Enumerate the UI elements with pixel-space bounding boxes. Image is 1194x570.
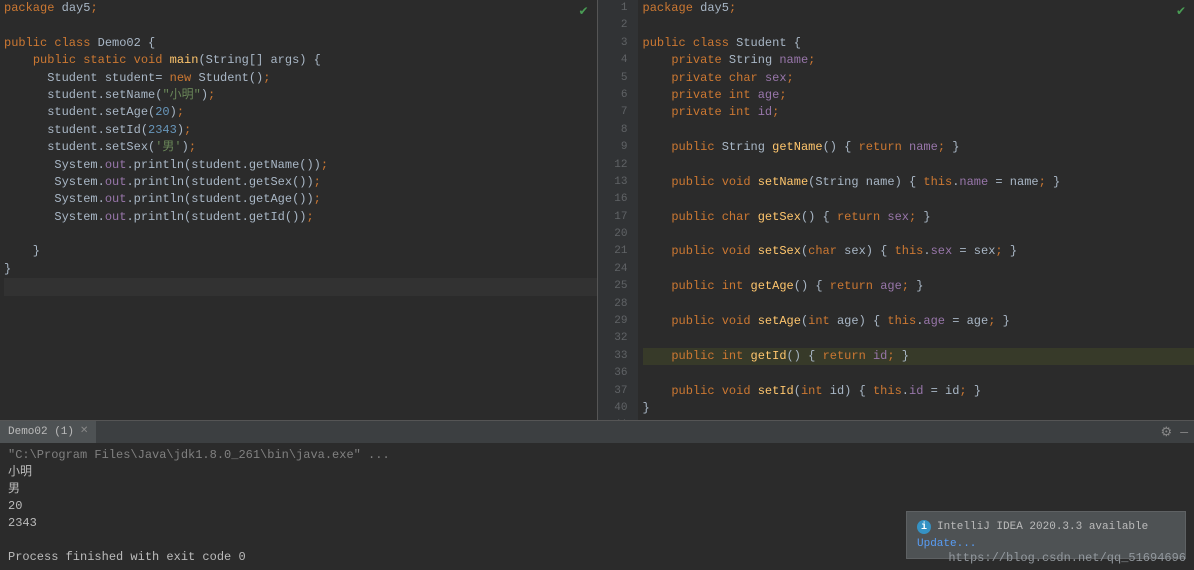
line-number: 8 — [598, 122, 628, 139]
line-number: 20 — [598, 226, 628, 243]
code-line[interactable]: student.setAge(20); — [4, 104, 597, 121]
line-number: 17 — [598, 209, 628, 226]
run-tool-icons: ⚙ — — [1161, 425, 1188, 440]
code-line[interactable]: System.out.println(student.getAge()); — [4, 191, 597, 208]
code-line[interactable] — [643, 330, 1194, 347]
line-number: 28 — [598, 296, 628, 313]
code-area-left[interactable]: package day5; public class Demo02 { publ… — [0, 0, 597, 420]
line-number: 33 — [598, 348, 628, 365]
code-line[interactable]: public class Demo02 { — [4, 35, 597, 52]
line-number: 4 — [598, 52, 628, 69]
code-line[interactable]: public int getId() { return id; } — [643, 348, 1194, 365]
run-tab-bar: Demo02 (1) ✕ ⚙ — — [0, 421, 1194, 443]
minimize-icon[interactable]: — — [1180, 425, 1188, 440]
line-number: 1 — [598, 0, 628, 17]
line-number: 41 — [598, 417, 628, 420]
code-line[interactable]: private int age; — [643, 87, 1194, 104]
code-line[interactable]: package day5; — [4, 0, 597, 17]
info-icon: i — [917, 520, 931, 534]
code-line[interactable] — [4, 17, 597, 34]
code-line[interactable]: public static void main(String[] args) { — [4, 52, 597, 69]
line-number: 16 — [598, 191, 628, 208]
code-line[interactable]: student.setName("小明"); — [4, 87, 597, 104]
code-line[interactable]: package day5; — [643, 0, 1194, 17]
console-line: 小明 — [8, 464, 1186, 481]
line-number: 25 — [598, 278, 628, 295]
code-line[interactable]: public void setId(int id) { this.id = id… — [643, 383, 1194, 400]
code-line[interactable] — [643, 296, 1194, 313]
code-line[interactable]: Student student= new Student(); — [4, 70, 597, 87]
run-tab-label: Demo02 (1) — [8, 421, 74, 443]
code-area-right[interactable]: package day5; public class Student { pri… — [638, 0, 1194, 420]
line-number: 24 — [598, 261, 628, 278]
code-line[interactable] — [643, 17, 1194, 34]
line-number: 37 — [598, 383, 628, 400]
line-number: 36 — [598, 365, 628, 382]
line-number: 7 — [598, 104, 628, 121]
line-number: 6 — [598, 87, 628, 104]
code-line[interactable]: student.setId(2343); — [4, 122, 597, 139]
run-tab[interactable]: Demo02 (1) ✕ — [0, 421, 96, 443]
inspection-ok-icon: ✔ — [578, 4, 588, 19]
console-line: 男 — [8, 481, 1186, 498]
line-number: 32 — [598, 330, 628, 347]
gear-icon[interactable]: ⚙ — [1161, 425, 1173, 440]
line-number: 5 — [598, 70, 628, 87]
code-line[interactable]: } — [4, 261, 597, 278]
code-line[interactable]: private String name; — [643, 52, 1194, 69]
code-line[interactable] — [643, 191, 1194, 208]
line-number: 3 — [598, 35, 628, 52]
code-line[interactable]: private char sex; — [643, 70, 1194, 87]
code-line[interactable]: public void setName(String name) { this.… — [643, 174, 1194, 191]
code-line[interactable] — [643, 157, 1194, 174]
code-line[interactable] — [643, 365, 1194, 382]
code-line[interactable]: System.out.println(student.getSex()); — [4, 174, 597, 191]
code-line[interactable]: } — [643, 400, 1194, 417]
code-line[interactable]: public char getSex() { return sex; } — [643, 209, 1194, 226]
line-number: 9 — [598, 139, 628, 156]
line-number: 29 — [598, 313, 628, 330]
code-line[interactable]: student.setSex('男'); — [4, 139, 597, 156]
code-line[interactable] — [643, 261, 1194, 278]
code-line[interactable]: public class Student { — [643, 35, 1194, 52]
line-number: 2 — [598, 17, 628, 34]
code-line[interactable] — [4, 278, 597, 295]
editor-split: package day5; public class Demo02 { publ… — [0, 0, 1194, 420]
line-number: 21 — [598, 243, 628, 260]
code-line[interactable] — [643, 122, 1194, 139]
line-number: 40 — [598, 400, 628, 417]
code-line[interactable] — [643, 226, 1194, 243]
code-line[interactable]: System.out.println(student.getId()); — [4, 209, 597, 226]
code-line[interactable] — [643, 417, 1194, 420]
gutter-right: 1234567891213161720212425282932333637404… — [598, 0, 638, 420]
close-icon[interactable]: ✕ — [80, 421, 88, 443]
code-line[interactable]: private int id; — [643, 104, 1194, 121]
update-link[interactable]: Update... — [917, 538, 1175, 550]
console-line: "C:\Program Files\Java\jdk1.8.0_261\bin\… — [8, 447, 1186, 464]
code-line[interactable]: public void setSex(char sex) { this.sex … — [643, 243, 1194, 260]
line-number: 12 — [598, 157, 628, 174]
editor-left[interactable]: package day5; public class Demo02 { publ… — [0, 0, 598, 420]
code-line[interactable]: public int getAge() { return age; } — [643, 278, 1194, 295]
editor-right[interactable]: 1234567891213161720212425282932333637404… — [598, 0, 1194, 420]
code-line[interactable] — [4, 226, 597, 243]
code-line[interactable]: System.out.println(student.getName()); — [4, 157, 597, 174]
code-line[interactable]: public void setAge(int age) { this.age =… — [643, 313, 1194, 330]
code-line[interactable]: public String getName() { return name; } — [643, 139, 1194, 156]
code-line[interactable]: } — [4, 243, 597, 260]
watermark-text: https://blog.csdn.net/qq_51694696 — [948, 551, 1186, 565]
inspection-ok-icon: ✔ — [1176, 4, 1186, 19]
notification-title: IntelliJ IDEA 2020.3.3 available — [937, 521, 1148, 533]
line-number: 13 — [598, 174, 628, 191]
